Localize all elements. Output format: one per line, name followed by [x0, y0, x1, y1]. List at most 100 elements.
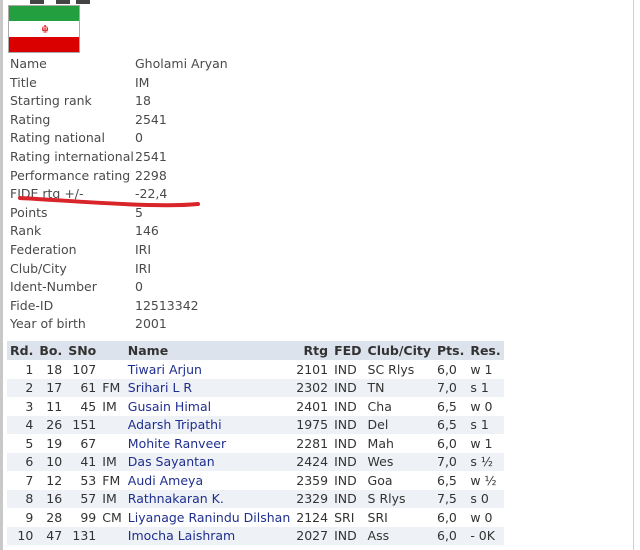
table-cell: 6,5: [437, 472, 457, 488]
table-cell: 2027: [293, 526, 332, 545]
table-cell: FM: [102, 472, 121, 488]
table-cell: 131: [65, 526, 100, 545]
table-cell: IND: [334, 361, 357, 377]
info-value: 0: [135, 279, 143, 295]
table-cell: [99, 526, 125, 545]
table-cell: 41: [65, 452, 100, 471]
info-value: -22,4: [135, 186, 168, 202]
table-cell: 99: [80, 509, 97, 525]
info-label: FIDE rtg +/-: [10, 186, 84, 202]
left-border: [0, 0, 3, 550]
table-cell: 5: [25, 435, 34, 451]
table-row: 10 47 131 Imocha Laishram 2027 IND Ass 6,0- 0K: [7, 526, 504, 545]
info-label: Rating national: [10, 130, 105, 146]
table-cell: 6,0: [437, 361, 457, 377]
table-cell: 7,0: [434, 378, 468, 397]
column-header[interactable]: FED: [331, 341, 365, 360]
table-cell: 18: [46, 361, 63, 377]
table-cell: 2424: [293, 452, 332, 471]
table-cell: w 0: [470, 509, 493, 525]
table-cell: 26: [36, 415, 66, 434]
table-cell: IND: [331, 526, 365, 545]
table-cell: 151: [65, 415, 100, 434]
table-cell: 19: [46, 435, 63, 451]
table-cell: s ½: [467, 452, 504, 471]
info-value: 2298: [135, 167, 167, 183]
column-header[interactable]: SNo: [65, 341, 100, 360]
table-cell: 28: [46, 509, 63, 525]
table-row: 6 10 41 IM Das Sayantan 2424 IND Wes 7,0 s ½: [7, 452, 504, 471]
column-header[interactable]: Res.: [467, 341, 504, 360]
table-cell: 8: [7, 489, 37, 508]
emblem-icon: ☬: [41, 23, 49, 36]
table-cell: Ass: [364, 526, 434, 545]
games-table: Rd. Bo. SNo Name Rtg FED Club/City Pts. Res. 1 18…: [7, 341, 504, 545]
table-cell: 2329: [293, 489, 332, 508]
player-name-link[interactable]: Srihari L R: [124, 378, 294, 397]
info-value: 2541: [135, 111, 167, 127]
table-cell: S Rlys: [364, 489, 434, 508]
table-cell: - 0K: [467, 526, 504, 545]
table-cell: 10: [36, 452, 66, 471]
player-name-link[interactable]: Gusain Himal: [125, 397, 293, 416]
column-header[interactable]: Rtg: [293, 341, 332, 360]
table-cell: 2359: [296, 472, 329, 488]
player-name-link[interactable]: Mohite Ranveer: [125, 434, 293, 453]
info-value: 2001: [135, 316, 167, 332]
table-cell: SRI: [367, 509, 388, 525]
column-header[interactable]: Name: [124, 341, 294, 360]
info-value: 2541: [135, 148, 167, 164]
table-cell: [99, 360, 125, 379]
info-value: 146: [135, 223, 159, 239]
table-cell: 6,5: [434, 415, 468, 434]
table-cell: 57: [65, 489, 100, 508]
column-header[interactable]: Bo.: [36, 341, 66, 360]
info-value: 12513342: [135, 297, 199, 313]
table-row: 4 26 151 Adarsh Tripathi 1975 IND Del 6,5 s 1: [7, 415, 504, 434]
table-cell: IND: [334, 435, 357, 451]
table-row: 2 17 61 FM Srihari L R 2302 IND TN 7,0 s 1: [7, 378, 504, 397]
info-label: Ident-Number: [10, 279, 97, 295]
column-header[interactable]: [99, 341, 125, 360]
column-header[interactable]: Rd.: [7, 341, 37, 360]
info-value: Gholami Aryan: [135, 56, 228, 71]
info-label: Performance rating: [10, 167, 131, 183]
table-row: 1 18 107 Tiwari Arjun 2101 IND SC Rlys 6,0 w 1: [7, 360, 504, 379]
info-label: Club/City: [10, 260, 67, 276]
table-cell: IND: [331, 415, 365, 434]
player-name-link[interactable]: Liyanage Ranindu Dilshan: [125, 508, 293, 527]
table-cell: 6,0: [437, 435, 457, 451]
table-cell: 2: [7, 378, 37, 397]
table-cell: 10: [7, 526, 37, 545]
player-name-link[interactable]: Audi Ameya: [125, 471, 293, 490]
info-label: Title: [10, 74, 37, 90]
table-cell: 7,0: [434, 452, 468, 471]
right-border: [633, 0, 634, 550]
player-name-link[interactable]: Rathnakaran K.: [124, 489, 294, 508]
games-table-header: Rd. Bo. SNo Name Rtg FED Club/City Pts. Res.: [7, 341, 504, 360]
info-value: IRI: [135, 260, 152, 276]
table-cell: s 1: [467, 415, 504, 434]
table-row: 7 12 53 FM Audi Ameya 2359 IND Goa 6,5 w ½: [7, 471, 504, 490]
table-cell: SRI: [334, 509, 355, 525]
table-cell: [99, 434, 125, 453]
table-cell: w 0: [470, 398, 493, 414]
player-name-link[interactable]: Das Sayantan: [124, 452, 294, 471]
table-cell: 4: [7, 415, 37, 434]
table-row: 3 11 45 IM Gusain Himal 2401 IND Cha 6,5 w 0: [7, 397, 504, 416]
table-cell: 107: [72, 361, 97, 377]
info-value: 18: [135, 93, 151, 109]
table-cell: s 1: [467, 378, 504, 397]
table-cell: 6,0: [437, 509, 457, 525]
info-value: IM: [135, 74, 150, 90]
info-label: Starting rank: [10, 93, 92, 109]
column-header[interactable]: Pts.: [434, 341, 468, 360]
player-name-link[interactable]: Tiwari Arjun: [125, 360, 293, 379]
player-name-link[interactable]: Adarsh Tripathi: [124, 415, 294, 434]
info-label: Federation: [10, 241, 77, 257]
player-name-link[interactable]: Imocha Laishram: [124, 526, 294, 545]
info-label: Rating: [10, 111, 51, 127]
table-cell: 1975: [293, 415, 332, 434]
column-header[interactable]: Club/City: [364, 341, 434, 360]
table-cell: 67: [80, 435, 97, 451]
